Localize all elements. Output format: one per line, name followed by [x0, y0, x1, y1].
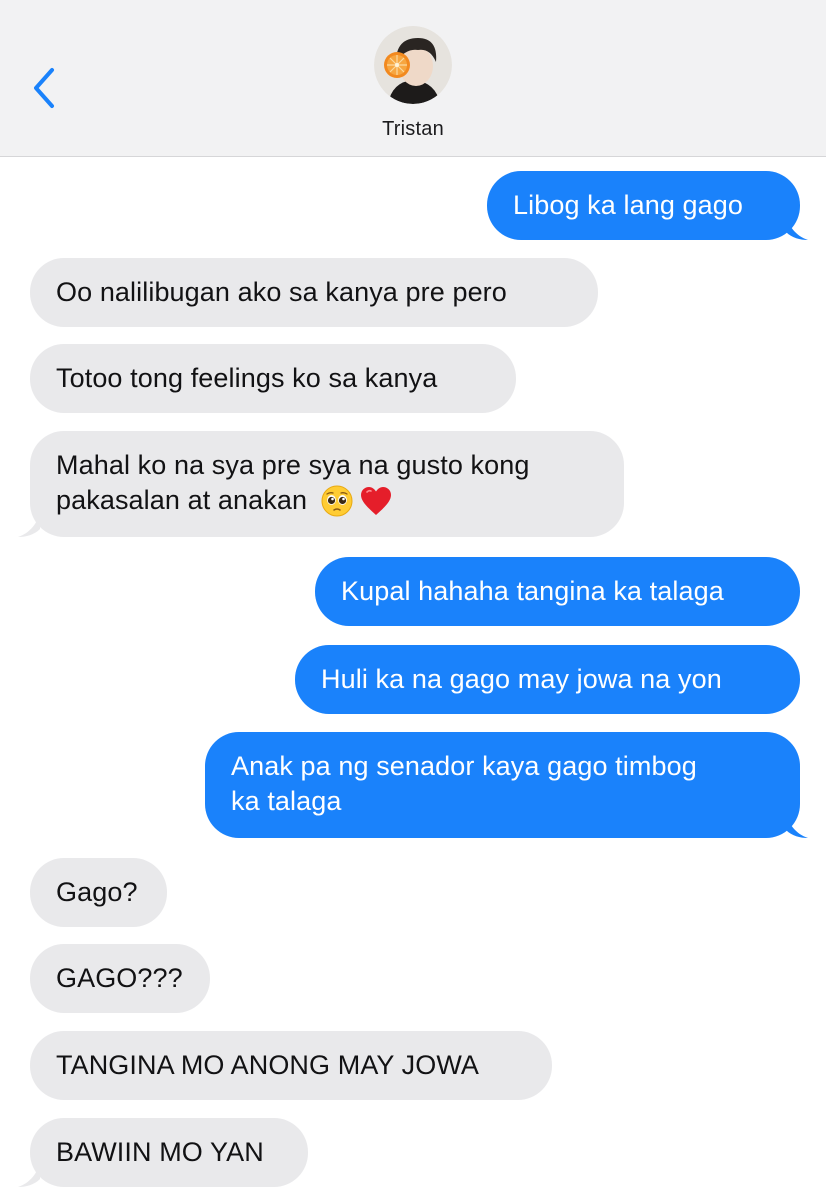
bubble-tail: [18, 1161, 40, 1187]
incoming-message[interactable]: TANGINA MO ANONG MAY JOWA: [30, 1031, 552, 1100]
bubble-tail: [786, 812, 808, 838]
outgoing-message[interactable]: Huli ka na gago may jowa na yon: [295, 645, 800, 714]
red-heart-icon: [361, 486, 392, 515]
outgoing-message[interactable]: Anak pa ng senador kaya gago timbog ka t…: [205, 732, 800, 838]
incoming-message[interactable]: Totoo tong feelings ko sa kanya: [30, 344, 516, 413]
message-text: Huli ka na gago may jowa na yon: [321, 664, 722, 694]
message-text: BAWIIN MO YAN: [56, 1137, 264, 1167]
pleading-face-icon: [321, 485, 353, 516]
message-text: Kupal hahaha tangina ka talaga: [341, 576, 724, 606]
outgoing-message[interactable]: Kupal hahaha tangina ka talaga: [315, 557, 800, 626]
incoming-message[interactable]: Mahal ko na sya pre sya na gusto kong pa…: [30, 431, 624, 537]
incoming-message[interactable]: Gago?: [30, 858, 167, 927]
message-text-line: Anak pa ng senador kaya gago timbog: [231, 751, 697, 781]
bubble-tail: [18, 511, 40, 537]
chevron-left-icon: [34, 68, 54, 108]
message-text: GAGO???: [56, 963, 183, 993]
conversation-header: Tristan: [0, 0, 826, 157]
message-text: TANGINA MO ANONG MAY JOWA: [56, 1050, 480, 1080]
message-text: pakasalan at anakan: [56, 485, 308, 515]
bubble-tail: [786, 214, 808, 240]
outgoing-message[interactable]: Libog ka lang gago: [487, 171, 800, 240]
avatar-photo: [374, 26, 452, 104]
incoming-message[interactable]: GAGO???: [30, 944, 210, 1013]
message-text: Libog ka lang gago: [513, 190, 743, 220]
message-text-line: pakasalan at anakan: [56, 483, 598, 518]
contact-avatar[interactable]: [374, 26, 452, 104]
contact-name[interactable]: Tristan: [0, 118, 826, 141]
message-text-line: ka talaga: [231, 786, 342, 816]
message-text-line: Mahal ko na sya pre sya na gusto kong: [56, 450, 530, 480]
back-button[interactable]: [26, 64, 66, 112]
message-text: Totoo tong feelings ko sa kanya: [56, 363, 438, 393]
incoming-message[interactable]: Oo nalilibugan ako sa kanya pre pero: [30, 258, 598, 327]
message-text: Oo nalilibugan ako sa kanya pre pero: [56, 277, 507, 307]
incoming-message[interactable]: BAWIIN MO YAN: [30, 1118, 308, 1187]
message-text: Gago?: [56, 877, 138, 907]
